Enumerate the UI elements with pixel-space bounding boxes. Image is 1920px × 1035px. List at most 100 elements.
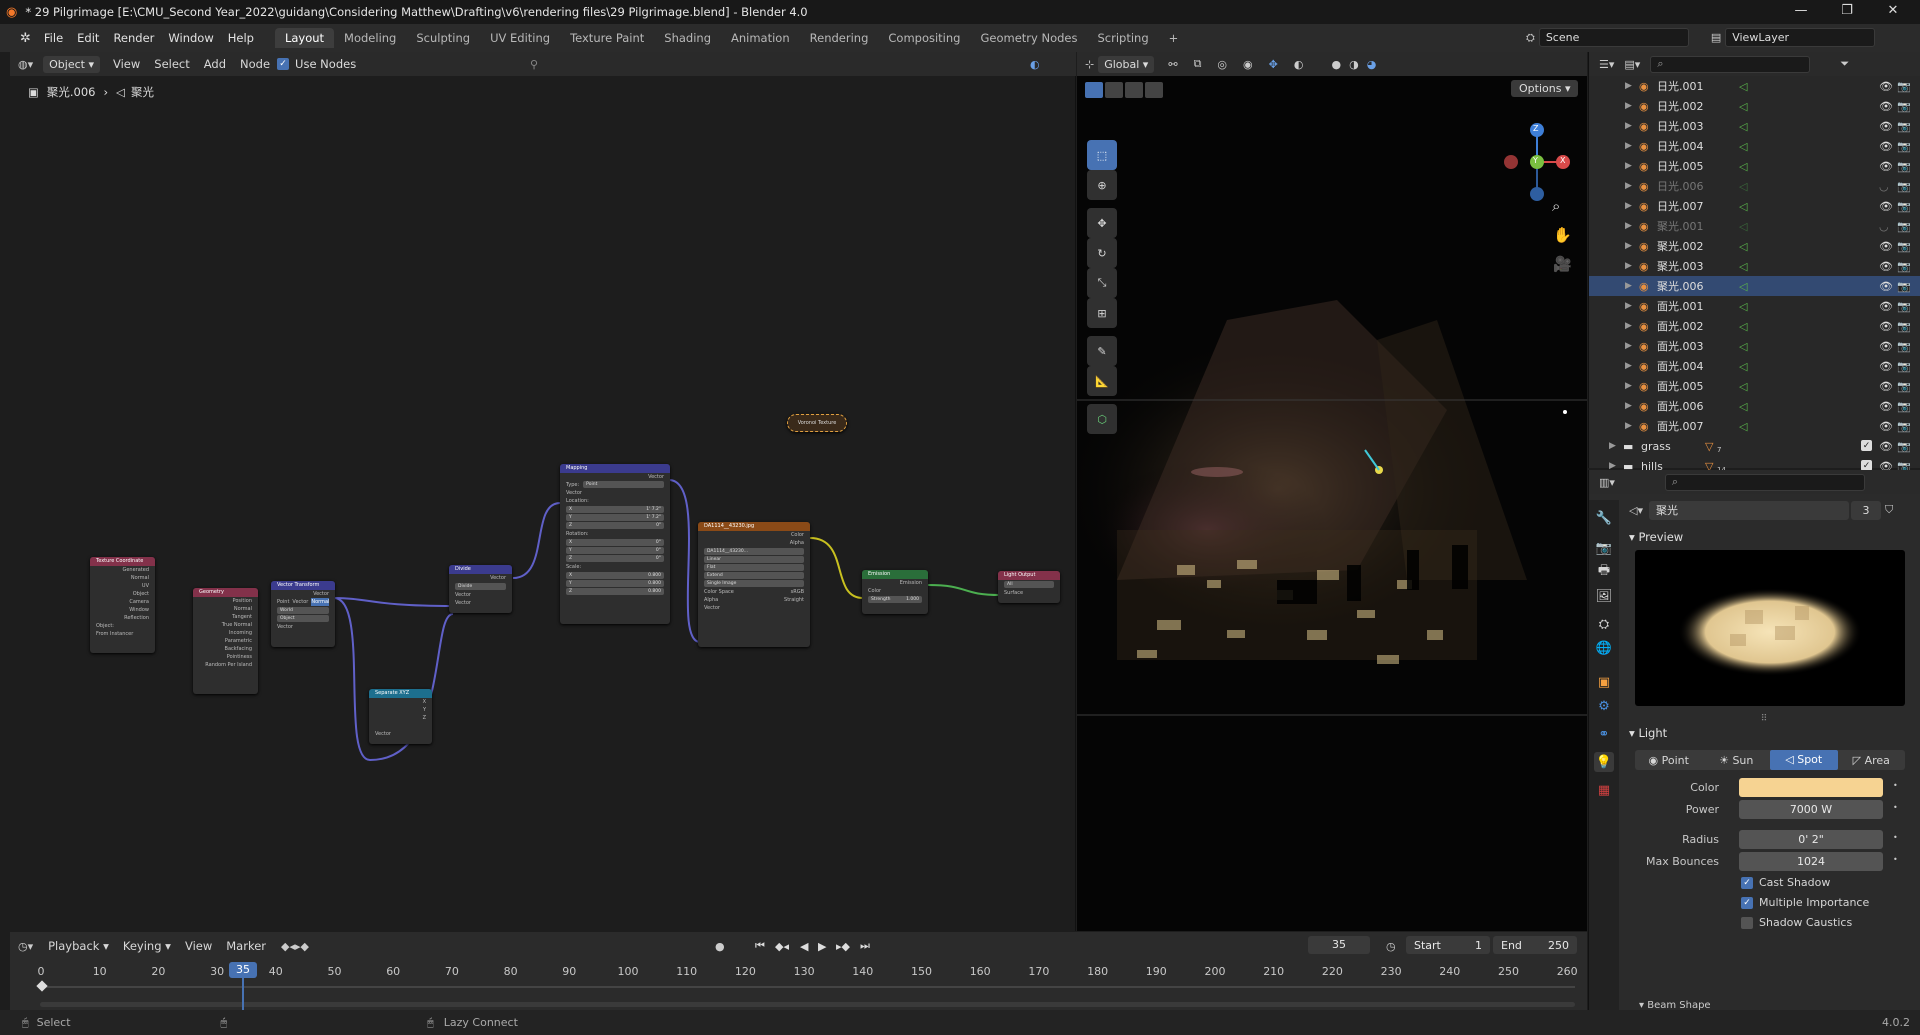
render-camera-icon[interactable]: 📷 (1897, 240, 1911, 253)
expand-arrow-icon[interactable]: ▶ (1625, 101, 1632, 111)
eye-icon[interactable]: 👁 (1879, 400, 1893, 413)
expand-arrow-icon[interactable]: ▶ (1625, 81, 1632, 91)
scene-selector[interactable]: Scene (1538, 28, 1689, 47)
outliner-item[interactable]: ▶ ◉ 日光.003 ◁ 👁 📷 (1589, 116, 1920, 136)
type-normal[interactable]: Normal (311, 598, 330, 606)
eye-icon[interactable]: 👁 (1879, 320, 1893, 333)
render-camera-icon[interactable]: 📷 (1897, 220, 1911, 233)
add-workspace-button[interactable]: + (1159, 28, 1189, 48)
node-vector-transform[interactable]: Vector Transform Vector Point Vector Nor… (271, 581, 335, 647)
render-camera-icon[interactable]: 📷 (1897, 160, 1911, 173)
light-type-spot[interactable]: ◁ Spot (1770, 750, 1838, 770)
snap-icon[interactable]: ⧉ (1194, 57, 1202, 71)
zoom-icon[interactable]: ⌕ (1552, 197, 1560, 215)
expand-arrow-icon[interactable]: ▶ (1625, 121, 1632, 131)
scale-tool[interactable]: ⤡ (1087, 268, 1117, 298)
overlay-icon[interactable]: ◐ (1294, 58, 1304, 71)
radius-field[interactable]: 0' 2" (1739, 830, 1883, 849)
select-box-tool[interactable]: ⬚ (1087, 140, 1117, 170)
outliner-item[interactable]: ▶ ◉ 日光.004 ◁ 👁 📷 (1589, 136, 1920, 156)
expand-arrow-icon[interactable]: ▶ (1625, 341, 1632, 351)
shading-rendered-icon[interactable]: ◕ (1367, 58, 1377, 71)
blender-menu-icon[interactable]: ✲ (0, 31, 37, 46)
expand-arrow-icon[interactable]: ▶ (1625, 301, 1632, 311)
light-type-point[interactable]: ◉ Point (1635, 754, 1703, 767)
shadow-caustics-option[interactable]: Shadow Caustics (1741, 916, 1852, 929)
playhead-line[interactable] (242, 976, 244, 1010)
cursor-tool[interactable]: ⊕ (1087, 170, 1117, 200)
tab-sculpting[interactable]: Sculpting (406, 28, 480, 48)
outliner-item[interactable]: ▶ ◉ 日光.002 ◁ 👁 📷 (1589, 96, 1920, 116)
expand-arrow-icon[interactable]: ▶ (1625, 221, 1632, 231)
proportional-icon[interactable]: ◎ (1217, 58, 1227, 71)
rotation-z-field[interactable]: Z 0° (566, 555, 664, 562)
navigation-gizmo[interactable]: Z Y X (1497, 112, 1577, 212)
display-mode-icon[interactable]: ▤▾ (1624, 58, 1640, 71)
location-y-field[interactable]: Y 1' 7.2" (566, 514, 664, 521)
outliner-item[interactable]: ▶ ◉ 面光.003 ◁ 👁 📷 (1589, 336, 1920, 356)
menu-file[interactable]: File (37, 31, 70, 45)
tab-animation[interactable]: Animation (721, 28, 800, 48)
operation-dropdown[interactable]: Divide (455, 583, 506, 590)
projection-dropdown[interactable]: Flat (704, 564, 804, 571)
fake-user-shield-icon[interactable]: ⛉ (1885, 503, 1893, 517)
node-emission[interactable]: Emission Emission Color Strength 1.000 (862, 570, 928, 614)
timeline-scrollbar[interactable] (40, 1002, 1575, 1007)
add-cube-tool[interactable]: ⬡ (1087, 404, 1117, 434)
eye-icon[interactable]: 👁 (1879, 440, 1893, 453)
select-intersect-icon[interactable] (1145, 82, 1163, 98)
cast-shadow-checkbox[interactable]: ✓ (1741, 877, 1753, 889)
shading-material-icon[interactable]: ◑ (1349, 58, 1359, 71)
modifiers-tab-icon[interactable]: ⚙ (1594, 696, 1614, 716)
outliner-item[interactable]: ▶ ◉ 日光.006 ◁ ◡ 📷 (1589, 176, 1920, 196)
alpha-value[interactable]: Straight (784, 596, 804, 604)
3d-viewport[interactable]: ⊹ Global ▾ ⚯ ⧉ ◎ ◉ ✥ ◐ ● ◑ ◕ Options ▾ ⬚… (1077, 52, 1587, 931)
expand-arrow-icon[interactable]: ▶ (1625, 201, 1632, 211)
to-dropdown[interactable]: Object (277, 615, 329, 622)
measure-tool[interactable]: 📐 (1087, 366, 1117, 396)
eye-icon[interactable]: 👁 (1879, 200, 1893, 213)
select-subtract-icon[interactable] (1125, 82, 1143, 98)
eye-icon[interactable]: 👁 (1879, 80, 1893, 93)
render-tab-icon[interactable]: 📷 (1594, 538, 1614, 558)
rotation-x-field[interactable]: X 0° (566, 539, 664, 546)
from-dropdown[interactable]: World (277, 607, 329, 614)
outliner-item[interactable]: ▶ ◉ 面光.004 ◁ 👁 📷 (1589, 356, 1920, 376)
type-dropdown[interactable]: Point (583, 481, 664, 488)
expand-arrow-icon[interactable]: ▶ (1625, 241, 1632, 251)
cast-shadow-option[interactable]: ✓ Cast Shadow (1741, 876, 1830, 889)
properties-editor-icon[interactable]: ▥▾ (1599, 476, 1615, 489)
annotate-tool[interactable]: ✎ (1087, 336, 1117, 366)
image-file-field[interactable]: DA1114__43230... (704, 548, 804, 555)
tab-modeling[interactable]: Modeling (334, 28, 406, 48)
rotation-y-field[interactable]: Y 0° (566, 547, 664, 554)
timeline[interactable]: ◷▾ Playback ▾ Keying ▾ View Marker ◆◂▸◆ … (10, 932, 1587, 1010)
preview-panel-header[interactable]: ▾ Preview (1629, 530, 1683, 544)
light-type-icon[interactable]: ◁▾ (1629, 504, 1643, 517)
target-dropdown[interactable]: All (1004, 581, 1054, 588)
light-type-sun[interactable]: ☀ Sun (1703, 754, 1771, 767)
scene-tab-icon[interactable]: ⛭ (1594, 614, 1614, 634)
pan-hand-icon[interactable]: ✋ (1553, 226, 1572, 244)
minimize-button[interactable]: — (1778, 0, 1824, 24)
menu-window[interactable]: Window (161, 31, 220, 45)
interpolation-dropdown[interactable]: Linear (704, 556, 804, 563)
render-camera-icon[interactable]: 📷 (1897, 260, 1911, 273)
keyframe-dot-icon[interactable]: • (1893, 855, 1898, 864)
render-camera-icon[interactable]: 📷 (1897, 120, 1911, 133)
node-divide[interactable]: Divide Vector Divide Vector Vector (449, 565, 512, 613)
resize-grip-icon[interactable]: ⠿ (1629, 714, 1899, 724)
max-bounces-field[interactable]: 1024 (1739, 852, 1883, 871)
render-camera-icon[interactable]: 📷 (1897, 80, 1911, 93)
view-layer-selector[interactable]: ViewLayer (1725, 28, 1876, 47)
tab-compositing[interactable]: Compositing (878, 28, 970, 48)
expand-arrow-icon[interactable]: ▶ (1625, 401, 1632, 411)
render-camera-icon[interactable]: 📷 (1897, 280, 1911, 293)
filter-icon[interactable]: ⏷ (1840, 57, 1849, 71)
select-new-icon[interactable] (1085, 82, 1103, 98)
options-dropdown[interactable]: Options ▾ (1511, 80, 1579, 97)
outliner-item[interactable]: ▶ ◉ 日光.007 ◁ 👁 📷 (1589, 196, 1920, 216)
world-tab-icon[interactable]: 🌐 (1594, 638, 1614, 658)
outliner-editor-icon[interactable]: ☰▾ (1599, 58, 1614, 71)
texture-tab-icon[interactable]: ▦ (1594, 780, 1614, 800)
